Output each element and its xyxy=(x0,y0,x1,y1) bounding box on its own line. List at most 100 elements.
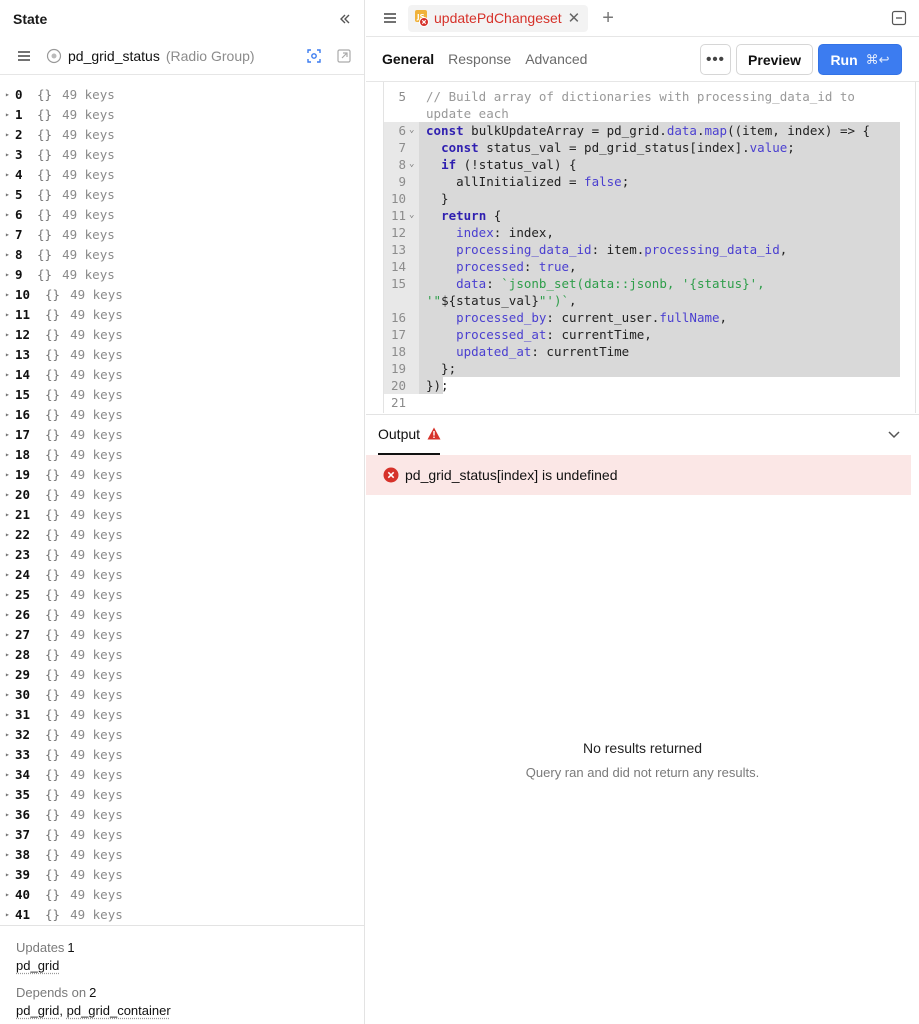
code-line[interactable]: 21 xyxy=(384,394,915,411)
expand-caret-icon[interactable]: ▸ xyxy=(5,730,15,739)
state-row[interactable]: ▸ 38 {} 49 keys xyxy=(0,844,364,864)
state-row[interactable]: ▸ 21 {} 49 keys xyxy=(0,504,364,524)
state-row[interactable]: ▸ 14 {} 49 keys xyxy=(0,364,364,384)
state-row[interactable]: ▸ 11 {} 49 keys xyxy=(0,304,364,324)
state-row[interactable]: ▸ 34 {} 49 keys xyxy=(0,764,364,784)
state-row[interactable]: ▸ 8 {} 49 keys xyxy=(0,244,364,264)
expand-caret-icon[interactable]: ▸ xyxy=(5,510,15,519)
open-external-icon[interactable] xyxy=(336,48,352,64)
expand-caret-icon[interactable]: ▸ xyxy=(5,870,15,879)
state-row[interactable]: ▸ 40 {} 49 keys xyxy=(0,884,364,904)
code-line[interactable]: 18 updated_at: currentTime xyxy=(384,343,915,360)
expand-caret-icon[interactable]: ▸ xyxy=(5,90,15,99)
state-row[interactable]: ▸ 12 {} 49 keys xyxy=(0,324,364,344)
code-line[interactable]: 10 } xyxy=(384,190,915,207)
code-line[interactable]: 16 processed_by: current_user.fullName, xyxy=(384,309,915,326)
code-line[interactable]: 19 }; xyxy=(384,360,915,377)
state-row[interactable]: ▸ 28 {} 49 keys xyxy=(0,644,364,664)
expand-caret-icon[interactable]: ▸ xyxy=(5,150,15,159)
tab-general[interactable]: General xyxy=(382,51,434,67)
expand-caret-icon[interactable]: ▸ xyxy=(5,210,15,219)
menu-icon[interactable] xyxy=(16,49,32,63)
code-line[interactable]: 9 allInitialized = false; xyxy=(384,173,915,190)
state-row[interactable]: ▸ 37 {} 49 keys xyxy=(0,824,364,844)
expand-caret-icon[interactable]: ▸ xyxy=(5,590,15,599)
code-line[interactable]: 11 ⌄ return { xyxy=(384,207,915,224)
add-tab-icon[interactable]: + xyxy=(602,7,614,30)
expand-caret-icon[interactable]: ▸ xyxy=(5,670,15,679)
code-line[interactable]: 20}); xyxy=(384,377,915,394)
state-row[interactable]: ▸ 10 {} 49 keys xyxy=(0,284,364,304)
run-button[interactable]: Run ⌘↩ xyxy=(818,44,902,75)
more-options-button[interactable]: ••• xyxy=(700,44,731,75)
state-row[interactable]: ▸ 15 {} 49 keys xyxy=(0,384,364,404)
expand-caret-icon[interactable]: ▸ xyxy=(5,130,15,139)
collapse-left-icon[interactable] xyxy=(338,12,352,26)
select-component-icon[interactable] xyxy=(306,48,322,64)
state-row[interactable]: ▸ 30 {} 49 keys xyxy=(0,684,364,704)
close-tab-icon[interactable]: ✕ xyxy=(568,9,581,27)
depends-item[interactable]: pd_grid_container xyxy=(67,1003,171,1018)
expand-caret-icon[interactable]: ▸ xyxy=(5,390,15,399)
state-row[interactable]: ▸ 32 {} 49 keys xyxy=(0,724,364,744)
expand-caret-icon[interactable]: ▸ xyxy=(5,370,15,379)
state-row[interactable]: ▸ 16 {} 49 keys xyxy=(0,404,364,424)
expand-caret-icon[interactable]: ▸ xyxy=(5,910,15,919)
expand-caret-icon[interactable]: ▸ xyxy=(5,710,15,719)
state-row[interactable]: ▸ 4 {} 49 keys xyxy=(0,164,364,184)
state-row[interactable]: ▸ 22 {} 49 keys xyxy=(0,524,364,544)
expand-caret-icon[interactable]: ▸ xyxy=(5,110,15,119)
code-editor[interactable]: 5 // Build array of dictionaries with pro… xyxy=(383,82,916,413)
state-row[interactable]: ▸ 23 {} 49 keys xyxy=(0,544,364,564)
code-line[interactable]: 17 processed_at: currentTime, xyxy=(384,326,915,343)
menu-icon[interactable] xyxy=(382,11,398,25)
tab-response[interactable]: Response xyxy=(448,51,511,67)
expand-caret-icon[interactable]: ▸ xyxy=(5,310,15,319)
state-row[interactable]: ▸ 0 {} 49 keys xyxy=(0,84,364,104)
expand-caret-icon[interactable]: ▸ xyxy=(5,270,15,279)
state-row[interactable]: ▸ 33 {} 49 keys xyxy=(0,744,364,764)
code-line[interactable]: '"${status_val}"')`, xyxy=(384,292,915,309)
state-row[interactable]: ▸ 27 {} 49 keys xyxy=(0,624,364,644)
state-row[interactable]: ▸ 26 {} 49 keys xyxy=(0,604,364,624)
code-line[interactable]: 13 processing_data_id: item.processing_d… xyxy=(384,241,915,258)
expand-caret-icon[interactable]: ▸ xyxy=(5,630,15,639)
chevron-down-icon[interactable] xyxy=(887,427,901,441)
state-row[interactable]: ▸ 31 {} 49 keys xyxy=(0,704,364,724)
state-row[interactable]: ▸ 3 {} 49 keys xyxy=(0,144,364,164)
code-line[interactable]: update each xyxy=(384,105,915,122)
code-line[interactable]: 6 ⌄ const bulkUpdateArray = pd_grid.data.m… xyxy=(384,122,915,139)
expand-caret-icon[interactable]: ▸ xyxy=(5,850,15,859)
expand-caret-icon[interactable]: ▸ xyxy=(5,230,15,239)
expand-caret-icon[interactable]: ▸ xyxy=(5,450,15,459)
state-row[interactable]: ▸ 39 {} 49 keys xyxy=(0,864,364,884)
preview-button[interactable]: Preview xyxy=(736,44,813,75)
state-row[interactable]: ▸ 19 {} 49 keys xyxy=(0,464,364,484)
code-line[interactable]: 8 ⌄ if (!status_val) { xyxy=(384,156,915,173)
state-row[interactable]: ▸ 7 {} 49 keys xyxy=(0,224,364,244)
state-row[interactable]: ▸ 2 {} 49 keys xyxy=(0,124,364,144)
state-row[interactable]: ▸ 6 {} 49 keys xyxy=(0,204,364,224)
updates-item[interactable]: pd_grid xyxy=(16,958,59,973)
fold-chevron-icon[interactable]: ⌄ xyxy=(409,122,414,139)
expand-caret-icon[interactable]: ▸ xyxy=(5,190,15,199)
fold-chevron-icon[interactable]: ⌄ xyxy=(409,156,414,173)
expand-caret-icon[interactable]: ▸ xyxy=(5,650,15,659)
code-line[interactable]: 12 index: index, xyxy=(384,224,915,241)
state-row[interactable]: ▸ 24 {} 49 keys xyxy=(0,564,364,584)
expand-caret-icon[interactable]: ▸ xyxy=(5,330,15,339)
state-row[interactable]: ▸ 1 {} 49 keys xyxy=(0,104,364,124)
depends-item[interactable]: pd_grid xyxy=(16,1003,59,1018)
expand-caret-icon[interactable]: ▸ xyxy=(5,350,15,359)
code-line[interactable]: 15 data: `jsonb_set(data::jsonb, '{statu… xyxy=(384,275,915,292)
expand-caret-icon[interactable]: ▸ xyxy=(5,430,15,439)
expand-caret-icon[interactable]: ▸ xyxy=(5,690,15,699)
state-row[interactable]: ▸ 13 {} 49 keys xyxy=(0,344,364,364)
expand-caret-icon[interactable]: ▸ xyxy=(5,490,15,499)
expand-caret-icon[interactable]: ▸ xyxy=(5,550,15,559)
state-row[interactable]: ▸ 9 {} 49 keys xyxy=(0,264,364,284)
state-row[interactable]: ▸ 36 {} 49 keys xyxy=(0,804,364,824)
expand-caret-icon[interactable]: ▸ xyxy=(5,750,15,759)
expand-caret-icon[interactable]: ▸ xyxy=(5,410,15,419)
code-line[interactable]: 5 // Build array of dictionaries with pro… xyxy=(384,88,915,105)
